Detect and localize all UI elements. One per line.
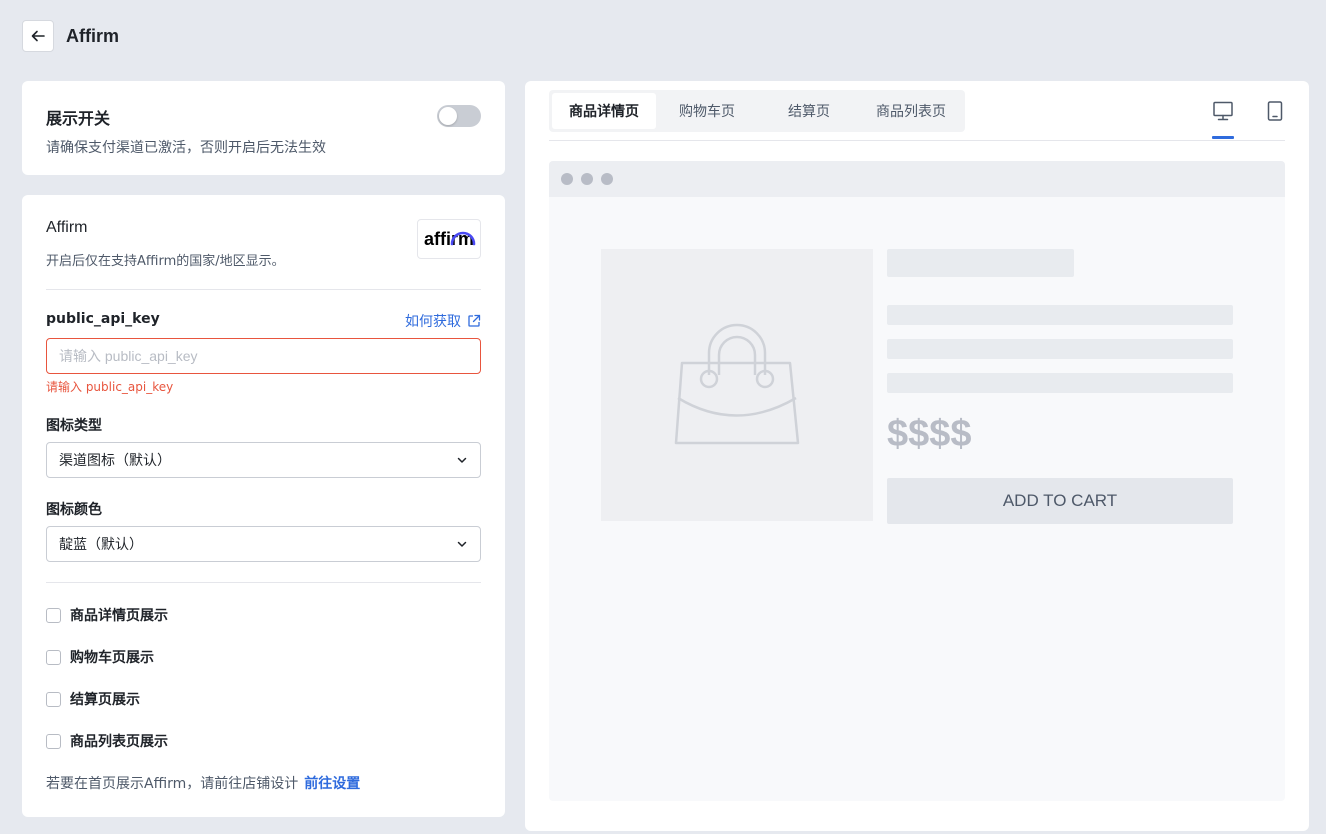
checkbox-product-list[interactable]: 商品列表页展示 — [46, 731, 168, 751]
tab-product-list[interactable]: 商品列表页 — [860, 93, 962, 129]
shopping-bag-icon — [674, 323, 800, 445]
checkbox-cart[interactable]: 购物车页展示 — [46, 647, 154, 667]
how-to-get-link[interactable]: 如何获取 — [405, 311, 481, 331]
display-switch-card: 展示开关 请确保支付渠道已激活，否则开启后无法生效 — [22, 81, 505, 175]
divider — [46, 289, 481, 290]
back-button[interactable] — [22, 20, 54, 52]
payment-settings-card: Affirm 开启后仅在支持Affirm的国家/地区显示。 affirm pub… — [22, 195, 505, 817]
price-placeholder: $$$$ — [887, 413, 972, 455]
payment-method-description: 开启后仅在支持Affirm的国家/地区显示。 — [46, 254, 285, 269]
icon-color-select[interactable]: 靛蓝（默认） — [46, 526, 481, 562]
icon-type-select[interactable]: 渠道图标（默认） — [46, 442, 481, 478]
external-link-icon — [468, 314, 481, 327]
switch-description: 请确保支付渠道已激活，否则开启后无法生效 — [46, 140, 326, 156]
affirm-logo: affirm — [417, 219, 481, 259]
text-skeleton — [887, 339, 1233, 359]
checkbox-checkout[interactable]: 结算页展示 — [46, 689, 140, 709]
tabs-divider — [549, 140, 1285, 141]
checkbox-label: 结算页展示 — [70, 692, 140, 708]
desktop-icon — [1213, 101, 1233, 121]
how-to-get-text: 如何获取 — [405, 314, 461, 330]
product-image-placeholder — [601, 249, 873, 521]
page-title: Affirm — [66, 25, 119, 46]
switch-title: 展示开关 — [46, 109, 111, 128]
go-settings-link[interactable]: 前往设置 — [304, 776, 360, 792]
tablet-view-button[interactable] — [1263, 99, 1287, 123]
affirm-arc-icon — [450, 231, 476, 246]
tablet-icon — [1267, 101, 1283, 121]
tab-cart[interactable]: 购物车页 — [656, 93, 758, 129]
api-key-input[interactable] — [46, 338, 481, 374]
payment-method-name: Affirm — [46, 219, 88, 236]
icon-type-value: 渠道图标（默认） — [59, 453, 171, 469]
checkbox-product-detail[interactable]: 商品详情页展示 — [46, 605, 168, 625]
toggle-knob — [439, 107, 457, 125]
title-skeleton — [887, 249, 1074, 277]
checkbox-label: 商品列表页展示 — [70, 734, 168, 750]
icon-type-label: 图标类型 — [46, 418, 102, 434]
preview-card: 商品详情页 购物车页 结算页 商品列表页 $$$$ ADD TO CART — [525, 81, 1309, 831]
window-dot — [561, 173, 573, 185]
chevron-down-icon — [457, 457, 467, 463]
tab-checkout[interactable]: 结算页 — [758, 93, 860, 129]
api-key-label: public_api_key — [46, 311, 160, 327]
browser-preview: $$$$ ADD TO CART — [549, 161, 1285, 801]
api-key-error: 请输入 public_api_key — [46, 380, 174, 394]
icon-color-value: 靛蓝（默认） — [59, 537, 143, 553]
checkbox-box[interactable] — [46, 607, 61, 623]
icon-color-label: 图标颜色 — [46, 502, 102, 518]
chevron-down-icon — [457, 541, 467, 547]
checkbox-box[interactable] — [46, 649, 61, 665]
text-skeleton — [887, 305, 1233, 325]
window-dot — [601, 173, 613, 185]
display-toggle[interactable] — [437, 105, 481, 127]
arrow-left-icon — [31, 30, 45, 42]
divider — [46, 582, 481, 583]
preview-tabs: 商品详情页 购物车页 结算页 商品列表页 — [549, 90, 965, 132]
tab-product-detail[interactable]: 商品详情页 — [552, 93, 656, 129]
page-header: Affirm — [22, 20, 119, 52]
checkbox-label: 购物车页展示 — [70, 650, 154, 666]
active-device-indicator — [1212, 136, 1234, 139]
checkbox-box[interactable] — [46, 691, 61, 707]
checkbox-box[interactable] — [46, 733, 61, 749]
homepage-note: 若要在首页展示Affirm，请前往店铺设计 前往设置 — [46, 773, 360, 793]
add-to-cart-button[interactable]: ADD TO CART — [887, 478, 1233, 524]
homepage-note-text: 若要在首页展示Affirm，请前往店铺设计 — [46, 776, 299, 792]
browser-bar — [549, 161, 1285, 197]
checkbox-label: 商品详情页展示 — [70, 608, 168, 624]
window-dot — [581, 173, 593, 185]
text-skeleton — [887, 373, 1233, 393]
desktop-view-button[interactable] — [1211, 99, 1235, 123]
